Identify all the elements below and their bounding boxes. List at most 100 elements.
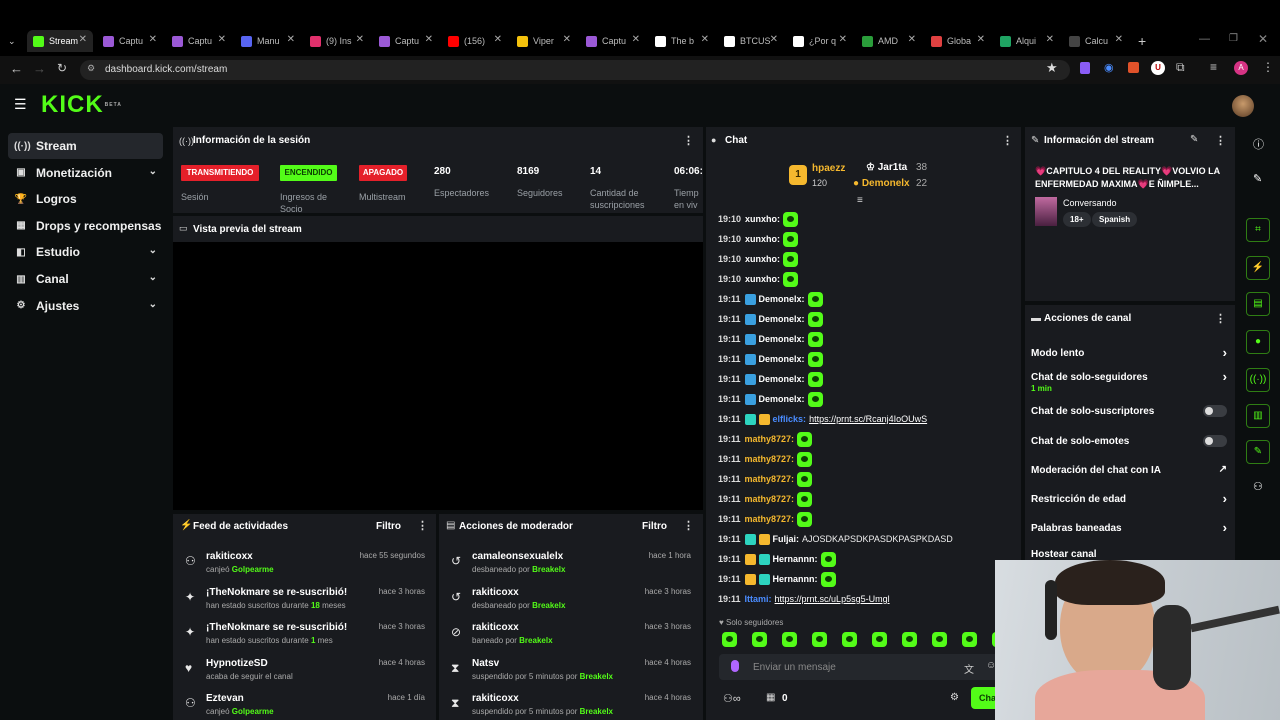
browser-tab[interactable]: AMD ✕ bbox=[856, 30, 922, 52]
ublock-icon[interactable]: U bbox=[1151, 61, 1165, 75]
sidebar-item-drops-y-recompensas[interactable]: ▦ Drops y recompensas bbox=[8, 213, 163, 239]
minimize-icon[interactable]: — bbox=[1199, 33, 1210, 45]
edit-icon[interactable]: ✎ bbox=[1253, 172, 1262, 185]
list-item[interactable]: ⊘ rakiticoxx baneado por Breakelx hace 3 ho… bbox=[439, 619, 701, 655]
chat-message[interactable]: 19:11 mathy8727: bbox=[718, 429, 813, 449]
emote-icon[interactable] bbox=[842, 632, 857, 647]
tab-close-icon[interactable]: ✕ bbox=[1115, 34, 1123, 45]
chat-message[interactable]: 19:11 Demonelx: bbox=[718, 369, 823, 389]
tab-close-icon[interactable]: ✕ bbox=[701, 34, 709, 45]
tab-close-icon[interactable]: ✕ bbox=[79, 34, 87, 45]
browser-tab[interactable]: Captu ✕ bbox=[97, 30, 163, 52]
list-item[interactable]: ⚇ rakiticoxx canjeó Golpearme hace 55 segun… bbox=[173, 548, 435, 584]
tab-close-icon[interactable]: ✕ bbox=[218, 34, 226, 45]
chat-settings-icon[interactable]: ⚙ bbox=[950, 692, 959, 703]
mod-actions-filter-button[interactable]: Filtro bbox=[642, 521, 667, 532]
sidebar-item-stream[interactable]: ((·)) Stream bbox=[8, 133, 163, 159]
toggle-switch[interactable] bbox=[1203, 435, 1227, 447]
stream-info-menu-icon[interactable]: ⋮ bbox=[1215, 134, 1226, 147]
reload-icon[interactable]: ↻ bbox=[57, 61, 67, 75]
broadcast-icon[interactable]: ((·)) bbox=[1246, 368, 1270, 392]
translate-icon[interactable]: 文 bbox=[964, 661, 974, 676]
kick-logo[interactable]: KICKBETA bbox=[41, 93, 122, 117]
chat-message[interactable]: 19:11 mathy8727: bbox=[718, 509, 813, 529]
tab-close-icon[interactable]: ✕ bbox=[839, 34, 847, 45]
channel-actions-menu-icon[interactable]: ⋮ bbox=[1215, 312, 1226, 325]
browser-tab[interactable]: Stream ✕ bbox=[27, 30, 93, 52]
chat-link[interactable]: https://prnt.sc/Rcanj4IoOUwS bbox=[809, 414, 927, 424]
tab-close-icon[interactable]: ✕ bbox=[977, 34, 985, 45]
tab-close-icon[interactable]: ✕ bbox=[908, 34, 916, 45]
profile-avatar[interactable]: A bbox=[1234, 61, 1248, 75]
sidebar-item-canal[interactable]: ▥ Canal ⌄ bbox=[8, 266, 163, 292]
chat-message[interactable]: 19:11 Demonelx: bbox=[718, 289, 823, 309]
chat-bubble-icon[interactable]: ● bbox=[1246, 330, 1270, 354]
channel-action-item[interactable]: Chat de solo-emotes bbox=[1031, 431, 1227, 451]
browser-tab[interactable]: ¿Por q ✕ bbox=[787, 30, 853, 52]
chat-message[interactable]: 19:11 elflicks: https://prnt.sc/Rcanj4IoOU… bbox=[718, 409, 927, 429]
activity-filter-button[interactable]: Filtro bbox=[376, 521, 401, 532]
emote-icon[interactable] bbox=[782, 632, 797, 647]
chat-message[interactable]: 19:10 xunxho: bbox=[718, 229, 799, 249]
list-item[interactable]: ↺ camaleonsexualelx desbaneado por Breakel… bbox=[439, 548, 701, 584]
channel-action-item[interactable]: Modo lento › bbox=[1031, 343, 1227, 363]
media-icon[interactable]: ≡ bbox=[1210, 60, 1217, 74]
browser-tab[interactable]: Viper ✕ bbox=[511, 30, 577, 52]
tab-close-icon[interactable]: ✕ bbox=[563, 34, 571, 45]
chat-message[interactable]: 19:11 mathy8727: bbox=[718, 469, 813, 489]
toggle-switch[interactable] bbox=[1203, 405, 1227, 417]
bookmark-star-icon[interactable]: ★ bbox=[1046, 60, 1058, 76]
new-tab-button[interactable]: + bbox=[1138, 33, 1146, 49]
activity-menu-icon[interactable]: ⋮ bbox=[417, 519, 428, 532]
sidebar-item-estudio[interactable]: ◧ Estudio ⌄ bbox=[8, 239, 163, 265]
sidebar-item-monetización[interactable]: ▣ Monetización ⌄ bbox=[8, 160, 163, 186]
tab-close-icon[interactable]: ✕ bbox=[632, 34, 640, 45]
list-item[interactable]: ⚇ Eztevan canjeó Golpearme hace 1 día bbox=[173, 690, 435, 720]
users-icon[interactable]: ⚇ bbox=[1253, 480, 1263, 493]
channel-action-item[interactable]: Chat de solo-seguidores 1 min › bbox=[1031, 367, 1227, 393]
chat-message[interactable]: 19:11 Demonelx: bbox=[718, 349, 823, 369]
window-close-icon[interactable]: ✕ bbox=[1258, 32, 1268, 46]
browser-tab[interactable]: Captu ✕ bbox=[166, 30, 232, 52]
tab-close-icon[interactable]: ✕ bbox=[494, 34, 502, 45]
chat-message[interactable]: 19:11 Demonelx: bbox=[718, 329, 823, 349]
tab-close-icon[interactable]: ✕ bbox=[356, 34, 364, 45]
emote-icon[interactable] bbox=[962, 632, 977, 647]
browser-tab[interactable]: Manu ✕ bbox=[235, 30, 301, 52]
browser-tab[interactable]: (9) Ins ✕ bbox=[304, 30, 370, 52]
browser-tab[interactable]: BTCUS ✕ bbox=[718, 30, 784, 52]
session-menu-icon[interactable]: ⋮ bbox=[683, 134, 694, 147]
browser-menu-icon[interactable]: ⋮ bbox=[1262, 60, 1274, 74]
browser-tab[interactable]: Calcu ✕ bbox=[1063, 30, 1129, 52]
chat-message[interactable]: 19:11 Hernannn: bbox=[718, 569, 836, 589]
channel-action-item[interactable]: Palabras baneadas › bbox=[1031, 518, 1227, 538]
emote-icon[interactable] bbox=[752, 632, 767, 647]
chat-message[interactable]: 19:11 Hernannn: bbox=[718, 549, 836, 569]
list-item[interactable]: ✦ ¡TheNokmare se re-suscribió! han estado … bbox=[173, 619, 435, 655]
gift-icon[interactable]: ▦ bbox=[766, 692, 775, 703]
chat-message[interactable]: 19:11 Fuljai: AJOSDKAPSDKPASDKPASPKDASD bbox=[718, 529, 953, 549]
screenshot-icon[interactable]: ⌗ bbox=[1246, 218, 1270, 242]
extension-icon[interactable]: ◉ bbox=[1104, 61, 1114, 74]
chat-message[interactable]: 19:10 xunxho: bbox=[718, 269, 799, 289]
emote-icon[interactable] bbox=[872, 632, 887, 647]
browser-tab[interactable]: Alqui ✕ bbox=[994, 30, 1060, 52]
tab-close-icon[interactable]: ✕ bbox=[149, 34, 157, 45]
browser-tab[interactable]: The b ✕ bbox=[649, 30, 715, 52]
sidebar-item-logros[interactable]: 🏆 Logros bbox=[8, 186, 163, 212]
user-avatar[interactable] bbox=[1232, 95, 1254, 117]
emote-icon[interactable] bbox=[812, 632, 827, 647]
microphone-icon[interactable] bbox=[731, 660, 739, 672]
browser-tab[interactable]: (156) ✕ bbox=[442, 30, 508, 52]
emote-icon[interactable] bbox=[722, 632, 737, 647]
hamburger-icon[interactable]: ☰ bbox=[14, 96, 27, 113]
browser-tab[interactable]: Captu ✕ bbox=[580, 30, 646, 52]
wrench-icon[interactable]: ✎ bbox=[1246, 440, 1270, 464]
tab-close-icon[interactable]: ✕ bbox=[770, 34, 778, 45]
chat-message[interactable]: 19:10 xunxho: bbox=[718, 249, 799, 269]
chat-message[interactable]: 19:11 Ittami: https://prnt.sc/uLp5sg5-Umgl bbox=[718, 589, 890, 609]
list-item[interactable]: ✦ ¡TheNokmare se re-suscribió! han estado … bbox=[173, 584, 435, 620]
channel-action-item[interactable]: Hostear canal bbox=[1031, 544, 1227, 564]
chat-message[interactable]: 19:10 xunxho: bbox=[718, 209, 799, 229]
url-field[interactable]: dashboard.kick.com/stream bbox=[80, 60, 1070, 80]
